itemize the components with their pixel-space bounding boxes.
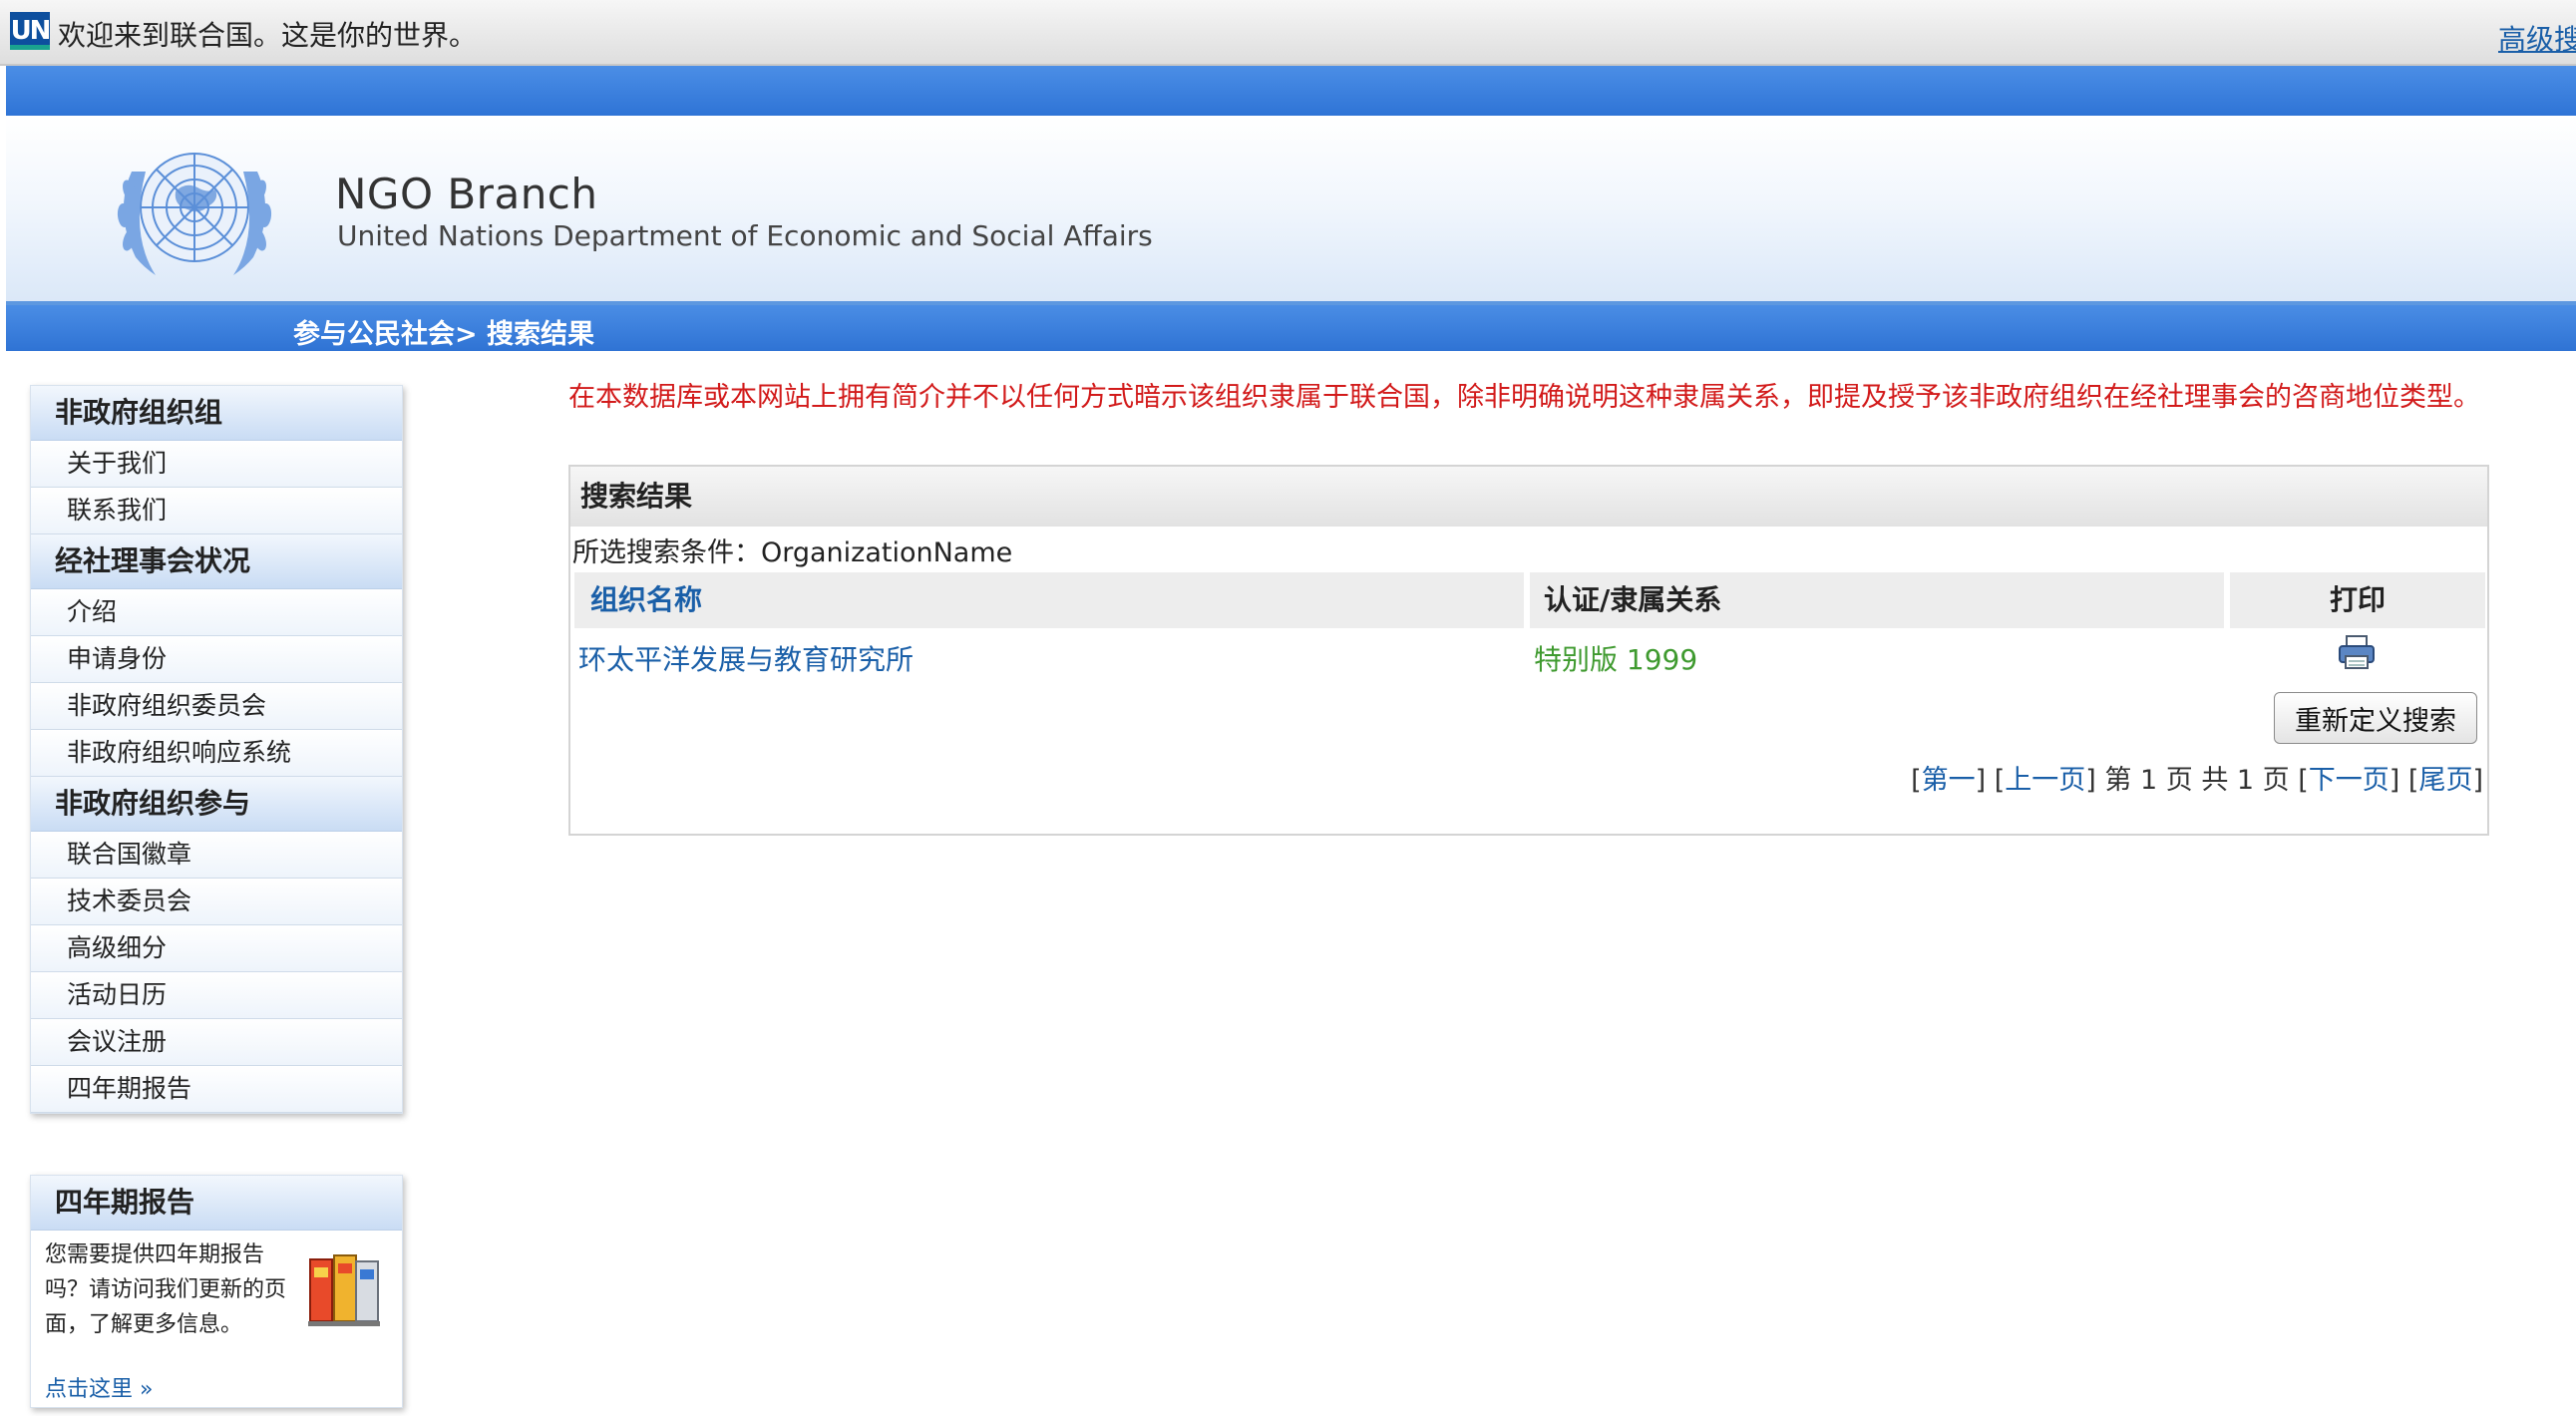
sidebar-item-about[interactable]: 关于我们 [31, 441, 402, 488]
sidebar-item-apply[interactable]: 申请身份 [31, 636, 402, 683]
un-logo-icon[interactable]: UN [10, 12, 51, 50]
pager-info: 第 1 页 共 1 页 [2104, 765, 2290, 796]
site-subtitle: United Nations Department of Economic an… [337, 219, 1153, 252]
breadcrumb-bar: 参与公民社会> 搜索结果 [6, 305, 2576, 351]
welcome-text: 欢迎来到联合国。这是你的世界。 [58, 19, 478, 52]
sidebar-section-title: 非政府组织组 [31, 386, 402, 441]
sidebar-item-registration[interactable]: 会议注册 [31, 1019, 402, 1066]
quadrennial-promo: 四年期报告 您需要提供四年期报告吗？请访问我们更新的页面，了解更多信息。 点击这… [30, 1175, 403, 1408]
promo-title: 四年期报告 [31, 1176, 402, 1231]
column-header-print: 打印 [2230, 572, 2485, 628]
sidebar-item-contact[interactable]: 联系我们 [31, 488, 402, 534]
refine-search-button[interactable]: 重新定义搜索 [2274, 692, 2477, 744]
promo-link[interactable]: 点击这里 » [45, 1371, 153, 1403]
status-badge: 特别版 1999 [1534, 643, 1698, 676]
printer-icon[interactable] [2338, 634, 2376, 670]
sidebar-item-committee[interactable]: 非政府组织委员会 [31, 683, 402, 730]
header-stripe [6, 66, 2576, 116]
sidebar-item-quadrennial-report[interactable]: 四年期报告 [31, 1066, 402, 1113]
sidebar-section-title: 经社理事会状况 [31, 534, 402, 589]
sidebar-section-title: 非政府组织参与 [31, 777, 402, 832]
pagination: [第一] [上一页] 第 1 页 共 1 页 [下一页] [尾页] [1911, 765, 2483, 796]
pager-first-link[interactable]: 第一 [1922, 765, 1976, 796]
advanced-search-link[interactable]: 高级搜 [2498, 18, 2576, 58]
pager-last-link[interactable]: 尾页 [2418, 765, 2472, 796]
sidebar-item-calendar[interactable]: 活动日历 [31, 972, 402, 1019]
site-banner: NGO Branch United Nations Department of … [6, 116, 2576, 305]
org-name-link[interactable]: 环太平洋发展与教育研究所 [578, 638, 914, 678]
pager-next-link[interactable]: 下一页 [2309, 765, 2390, 796]
books-icon [308, 1254, 380, 1326]
results-title: 搜索结果 [570, 467, 2487, 527]
disclaimer-text: 在本数据库或本网站上拥有简介并不以任何方式暗示该组织隶属于联合国，除非明确说明这… [568, 382, 2480, 413]
column-header-status: 认证/隶属关系 [1530, 572, 2224, 628]
un-emblem-icon[interactable] [106, 132, 283, 295]
sidebar-item-intro[interactable]: 介绍 [31, 589, 402, 636]
sidebar-item-un-badge[interactable]: 联合国徽章 [31, 832, 402, 879]
search-results-panel: 搜索结果 所选搜索条件：OrganizationName 组织名称 认证/隶属关… [568, 465, 2489, 836]
column-header-org-name[interactable]: 组织名称 [574, 572, 1524, 628]
sidebar-item-advanced-breakdown[interactable]: 高级细分 [31, 925, 402, 972]
sidebar-nav: 非政府组织组 关于我们 联系我们 经社理事会状况 介绍 申请身份 非政府组织委员… [30, 385, 403, 1114]
sidebar-item-technical-committee[interactable]: 技术委员会 [31, 879, 402, 925]
site-title: NGO Branch [335, 170, 598, 218]
promo-text: 您需要提供四年期报告吗？请访问我们更新的页面，了解更多信息。 [45, 1242, 287, 1337]
breadcrumb[interactable]: 参与公民社会> 搜索结果 [293, 312, 594, 351]
pager-prev-link[interactable]: 上一页 [2005, 765, 2085, 796]
top-bar: UN 欢迎来到联合国。这是你的世界。 高级搜 [0, 0, 2576, 66]
sidebar-item-response-system[interactable]: 非政府组织响应系统 [31, 730, 402, 777]
search-criteria: 所选搜索条件：OrganizationName [572, 537, 1013, 568]
